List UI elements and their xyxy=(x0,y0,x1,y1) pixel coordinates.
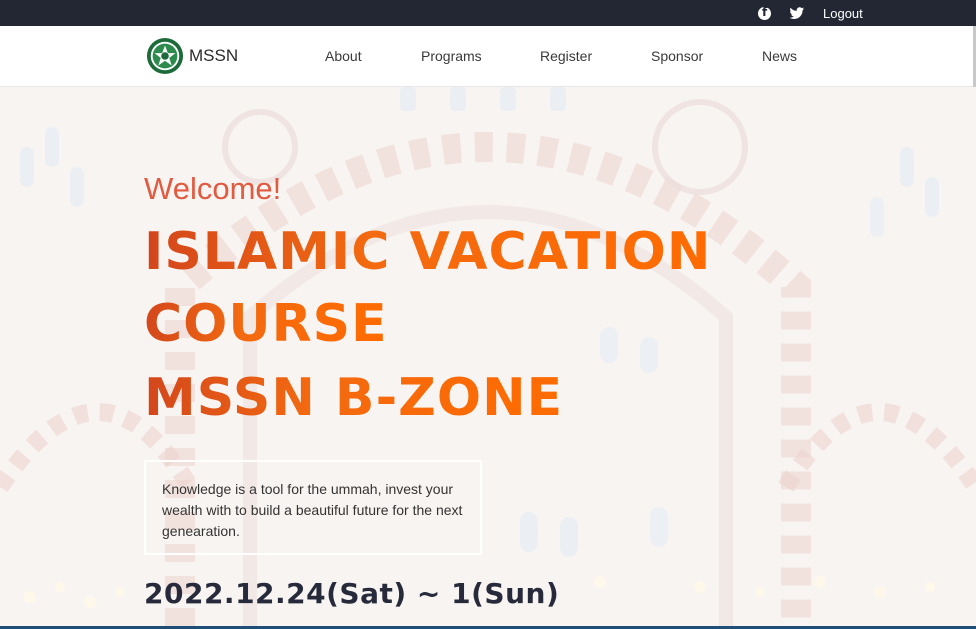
hero-title-line-3: MSSN B-ZONE xyxy=(144,368,564,428)
logout-link[interactable]: Logout xyxy=(823,6,863,21)
hero-section: Welcome! ISLAMIC VACATION COURSE MSSN B-… xyxy=(0,87,976,626)
description-box: Knowledge is a tool for the ummah, inves… xyxy=(144,460,482,555)
nav-item-about[interactable]: About xyxy=(325,48,362,64)
hero-title-line-2: COURSE xyxy=(144,294,388,354)
brand-name[interactable]: MSSN xyxy=(189,46,238,66)
main-nav: MSSN About Programs Register Sponsor New… xyxy=(0,26,976,87)
hero-title-line-1: ISLAMIC VACATION xyxy=(144,222,712,282)
description-text: Knowledge is a tool for the ummah, inves… xyxy=(162,481,463,539)
event-date: 2022.12.24(Sat) ~ 1(Sun) xyxy=(144,577,560,610)
nav-item-sponsor[interactable]: Sponsor xyxy=(651,48,703,64)
nav-item-news[interactable]: News xyxy=(762,48,797,64)
welcome-text: Welcome! xyxy=(144,171,282,206)
twitter-icon[interactable] xyxy=(789,7,805,20)
nav-item-register[interactable]: Register xyxy=(540,48,592,64)
nav-item-programs[interactable]: Programs xyxy=(421,48,482,64)
top-bar: f Logout xyxy=(0,0,976,26)
facebook-icon[interactable]: f xyxy=(758,5,771,20)
mssn-logo[interactable] xyxy=(146,37,184,75)
